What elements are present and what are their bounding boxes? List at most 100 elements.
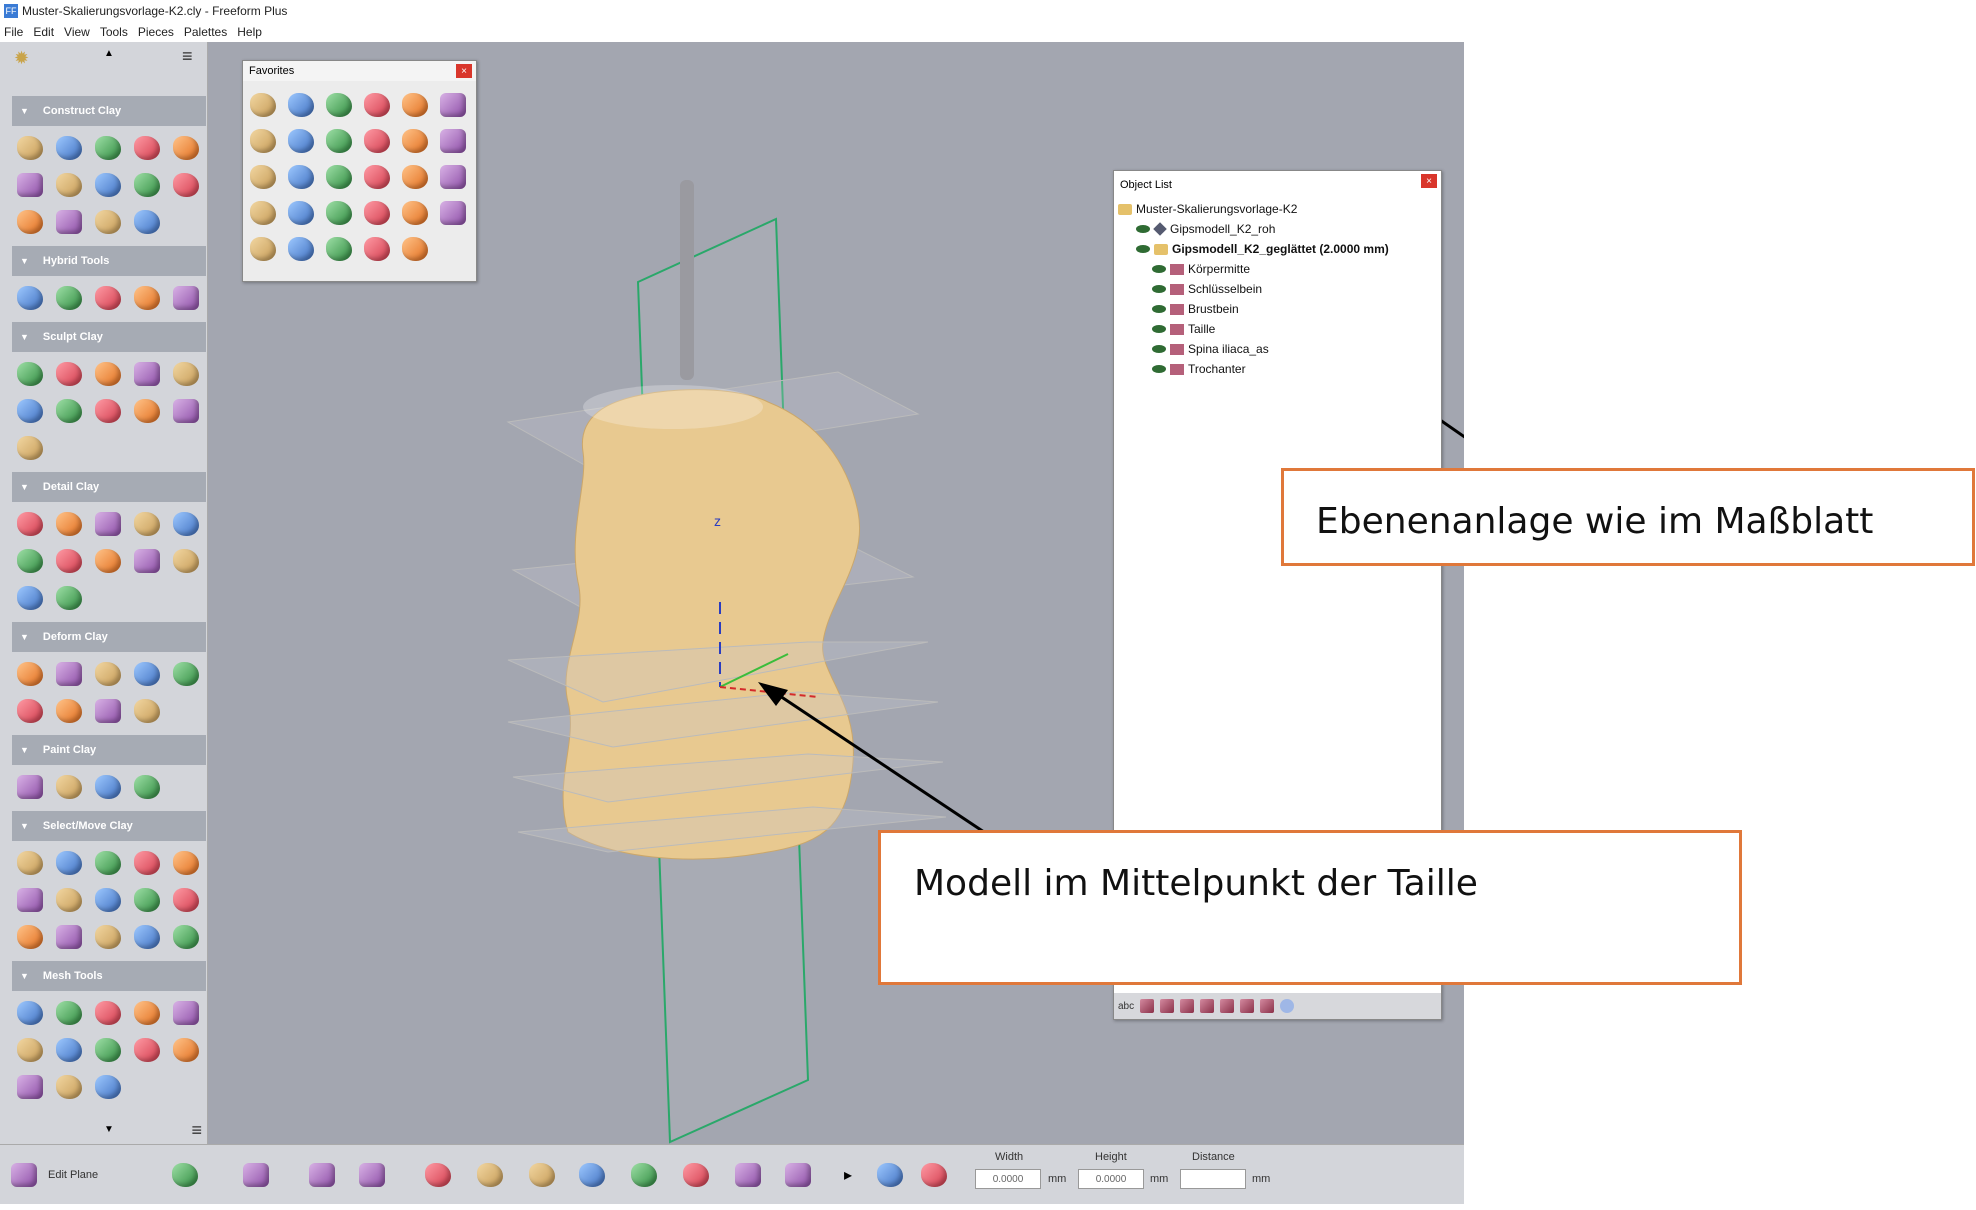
eye-icon[interactable] — [1136, 225, 1150, 233]
tool-button[interactable] — [90, 1032, 126, 1068]
favorite-tool-button[interactable] — [359, 195, 395, 231]
tool-button[interactable] — [90, 1069, 126, 1105]
tool-button[interactable] — [51, 580, 87, 616]
favorite-tool-button[interactable] — [359, 87, 395, 123]
sphere-tool-icon[interactable] — [522, 1155, 562, 1195]
tool-button[interactable] — [129, 356, 165, 392]
tool-button[interactable] — [129, 393, 165, 429]
menu-palettes[interactable]: Palettes — [184, 25, 227, 39]
tool-button[interactable] — [12, 393, 48, 429]
tool-button[interactable] — [51, 280, 87, 316]
menu-help[interactable]: Help — [237, 25, 262, 39]
eye-icon[interactable] — [1152, 285, 1166, 293]
tree-item[interactable]: Trochanter — [1118, 359, 1441, 379]
section-header-mesh-tools[interactable]: ▼ Mesh Tools — [12, 961, 206, 991]
tool-button[interactable] — [12, 167, 48, 203]
tree-item[interactable]: Gipsmodell_K2_roh — [1118, 219, 1441, 239]
section-header-paint-clay[interactable]: ▼ Paint Clay — [12, 735, 206, 765]
menu-pieces[interactable]: Pieces — [138, 25, 174, 39]
object-list-title-bar[interactable]: Object List × — [1114, 171, 1441, 199]
edit-plane-icon[interactable] — [4, 1155, 44, 1195]
tool-button[interactable] — [90, 769, 126, 805]
piece-tool-icon[interactable] — [1220, 999, 1235, 1013]
section-header-select-move-clay[interactable]: ▼ Select/Move Clay — [12, 811, 206, 841]
eye-icon[interactable] — [1152, 365, 1166, 373]
tool-button[interactable] — [12, 430, 48, 466]
tree-item[interactable]: Körpermitte — [1118, 259, 1441, 279]
edit-plane-label[interactable]: Edit Plane — [48, 1169, 98, 1181]
collapse-up-icon[interactable]: ▲ — [104, 48, 114, 59]
tool-button[interactable] — [129, 882, 165, 918]
tool-button[interactable] — [168, 1032, 204, 1068]
object-list-close-button[interactable]: × — [1421, 174, 1437, 188]
tree-item[interactable]: Schlüsselbein — [1118, 279, 1441, 299]
tool-button[interactable] — [51, 693, 87, 729]
tile-tool-icon[interactable] — [418, 1155, 458, 1195]
favorite-tool-button[interactable] — [245, 231, 281, 267]
tool-button[interactable] — [129, 656, 165, 692]
tool-button[interactable] — [51, 845, 87, 881]
favorite-tool-button[interactable] — [245, 159, 281, 195]
favorite-tool-button[interactable] — [283, 87, 319, 123]
tool-button[interactable] — [12, 506, 48, 542]
sphere-tool-icon[interactable] — [470, 1155, 510, 1195]
section-header-sculpt-clay[interactable]: ▼ Sculpt Clay — [12, 322, 206, 352]
favorite-tool-button[interactable] — [359, 231, 395, 267]
favorite-tool-button[interactable] — [283, 123, 319, 159]
height-input[interactable]: 0.0000 — [1078, 1169, 1144, 1189]
tool-button[interactable] — [168, 167, 204, 203]
tool-button[interactable] — [129, 204, 165, 240]
tool-button[interactable] — [90, 656, 126, 692]
distance-input[interactable] — [1180, 1169, 1246, 1189]
tool-button[interactable] — [51, 130, 87, 166]
favorite-tool-button[interactable] — [245, 87, 281, 123]
tool-button[interactable] — [168, 656, 204, 692]
cut-tool-icon[interactable] — [778, 1155, 818, 1195]
piece-tool-icon[interactable] — [1160, 999, 1175, 1013]
grid-tool-icon[interactable] — [352, 1155, 392, 1195]
tool-button[interactable] — [51, 882, 87, 918]
eye-icon[interactable] — [1152, 265, 1166, 273]
favorite-tool-button[interactable] — [435, 123, 471, 159]
grid-tool-icon[interactable] — [624, 1155, 664, 1195]
tool-button[interactable] — [90, 130, 126, 166]
tool-button[interactable] — [168, 543, 204, 579]
favorite-tool-button[interactable] — [397, 231, 433, 267]
tool-button[interactable] — [51, 1032, 87, 1068]
gear-icon[interactable]: ✹ — [14, 48, 29, 69]
collapse-down-icon[interactable]: ▼ — [104, 1124, 114, 1135]
tool-button[interactable] — [12, 356, 48, 392]
piece-tool-icon[interactable] — [1140, 999, 1155, 1013]
piece-tool-icon[interactable] — [1200, 999, 1215, 1013]
tool-button[interactable] — [129, 845, 165, 881]
favorite-tool-button[interactable] — [397, 159, 433, 195]
tool-button[interactable] — [12, 995, 48, 1031]
tree-root[interactable]: Muster-Skalierungsvorlage-K2 — [1118, 199, 1441, 219]
tool-button[interactable] — [129, 167, 165, 203]
tool-button[interactable] — [90, 882, 126, 918]
tool-button[interactable] — [129, 769, 165, 805]
favorite-tool-button[interactable] — [435, 87, 471, 123]
tool-button[interactable] — [90, 280, 126, 316]
menu-file[interactable]: File — [4, 25, 23, 39]
tool-button[interactable] — [12, 130, 48, 166]
tool-button[interactable] — [168, 393, 204, 429]
tool-button[interactable] — [168, 845, 204, 881]
tool-button[interactable] — [51, 393, 87, 429]
favorite-tool-button[interactable] — [321, 87, 357, 123]
tool-button[interactable] — [51, 769, 87, 805]
favorite-tool-button[interactable] — [321, 159, 357, 195]
tool-button[interactable] — [12, 204, 48, 240]
favorite-tool-button[interactable] — [397, 195, 433, 231]
eye-icon[interactable] — [1152, 305, 1166, 313]
tree-item[interactable]: Spina iliaca_as — [1118, 339, 1441, 359]
section-header-deform-clay[interactable]: ▼ Deform Clay — [12, 622, 206, 652]
favorite-tool-button[interactable] — [435, 159, 471, 195]
favorite-tool-button[interactable] — [435, 195, 471, 231]
tool-button[interactable] — [90, 543, 126, 579]
lock-tool-icon[interactable] — [728, 1155, 768, 1195]
eye-icon[interactable] — [1152, 345, 1166, 353]
plane-tool-icon[interactable] — [236, 1155, 276, 1195]
tool-button[interactable] — [90, 693, 126, 729]
tool-button[interactable] — [90, 204, 126, 240]
